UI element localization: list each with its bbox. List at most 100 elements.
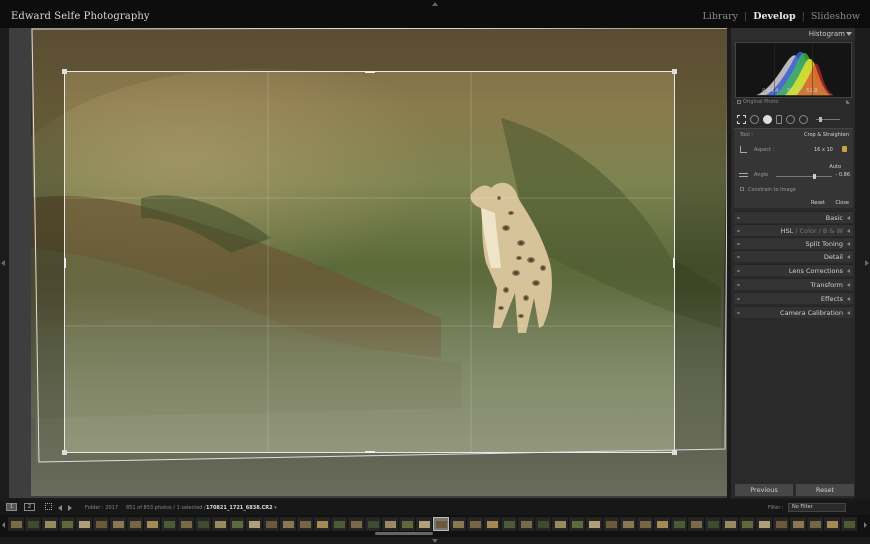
panel-switch-icon[interactable] [737,243,740,245]
filmstrip-thumbnail[interactable] [722,517,738,531]
filmstrip-scroll-thumb[interactable] [375,532,433,535]
filmstrip-thumbnail[interactable] [620,517,636,531]
straighten-tool-icon[interactable] [739,173,748,177]
filmstrip-thumbnail[interactable] [59,517,75,531]
second-window-button[interactable]: 2 [24,503,35,511]
crop-reset-button[interactable]: Reset [811,200,825,206]
filmstrip-thumbnail[interactable] [144,517,160,531]
filmstrip-thumbnail[interactable] [8,517,24,531]
original-photo-checkbox[interactable] [737,100,741,104]
filmstrip-scroll-left-icon[interactable] [2,522,5,528]
aspect-lock-icon[interactable] [842,146,847,152]
crop-handle-bottom-left[interactable] [62,450,67,455]
filmstrip-thumbnail[interactable] [773,517,789,531]
forward-arrow-icon[interactable] [68,505,72,511]
filmstrip-thumbnail[interactable] [586,517,602,531]
clipping-indicator-icon[interactable]: ◣ [846,99,850,105]
module-library[interactable]: Library [702,11,738,22]
filmstrip-thumbnail[interactable] [433,517,449,531]
filmstrip-thumbnail[interactable] [178,517,194,531]
filmstrip-thumbnail[interactable] [535,517,551,531]
histogram-header[interactable]: Histogram [731,28,855,40]
collapse-triangle-icon[interactable] [846,32,852,36]
panel-switch-icon[interactable] [737,284,740,286]
bottom-panel-toggle-icon[interactable] [432,539,438,543]
crop-handle-top-left[interactable] [62,69,67,74]
angle-slider[interactable] [776,174,832,179]
filmstrip-thumbnail[interactable] [739,517,755,531]
crop-frame[interactable] [62,69,677,455]
filmstrip-thumbnail[interactable] [42,517,58,531]
crop-tool-icon[interactable] [737,114,746,124]
section-detail[interactable]: Detail [734,250,853,262]
red-eye-icon[interactable] [763,114,772,124]
top-panel-toggle-icon[interactable] [432,2,438,6]
expand-triangle-icon[interactable] [847,255,850,259]
photo-preview-area[interactable] [9,28,727,498]
filmstrip-thumbnail[interactable] [399,517,415,531]
filmstrip-thumbnail[interactable] [127,517,143,531]
filmstrip-thumbnail[interactable] [229,517,245,531]
filmstrip-thumbnail[interactable] [552,517,568,531]
panel-switch-icon[interactable] [737,312,740,314]
filmstrip-thumbnail[interactable] [314,517,330,531]
filmstrip-thumbnail[interactable] [756,517,772,531]
selected-filename[interactable]: 170821_1721_6838.CR2 [206,505,273,511]
filmstrip-scrollbar[interactable] [0,531,870,536]
filmstrip-thumbnail[interactable] [501,517,517,531]
crop-handle-right[interactable] [673,258,675,268]
filmstrip-thumbnail[interactable] [637,517,653,531]
folder-source[interactable]: Folder : 2017 [85,505,118,511]
expand-triangle-icon[interactable] [847,229,850,233]
back-arrow-icon[interactable] [58,505,62,511]
spot-removal-icon[interactable] [750,114,759,124]
filmstrip-thumbnail[interactable] [824,517,840,531]
section-transform[interactable]: Transform [734,278,853,290]
expand-triangle-icon[interactable] [847,216,850,220]
module-slideshow[interactable]: Slideshow [811,11,860,22]
expand-triangle-icon[interactable] [847,311,850,315]
crop-handle-top[interactable] [365,71,375,73]
section-camera-calibration[interactable]: Camera Calibration [734,306,853,318]
adjustment-brush-icon[interactable] [799,114,808,124]
section-effects[interactable]: Effects [734,292,853,304]
filter-dropdown[interactable]: No Filter [788,503,846,512]
aspect-dropdown[interactable]: 16 x 10 [814,147,833,153]
filmstrip-thumbnail[interactable] [161,517,177,531]
expand-triangle-icon[interactable] [847,269,850,273]
filmstrip-thumbnail[interactable] [416,517,432,531]
filmstrip-thumbnail[interactable] [382,517,398,531]
filmstrip-thumbnail[interactable] [688,517,704,531]
filmstrip-thumbnail[interactable] [297,517,313,531]
tab-hsl[interactable]: HSL [781,227,794,235]
crop-handle-left[interactable] [64,258,66,268]
crop-frame-icon[interactable] [740,146,747,153]
panel-switch-icon[interactable] [737,270,740,272]
filmstrip-thumbnail[interactable] [195,517,211,531]
constrain-checkbox[interactable] [740,187,744,191]
filmstrip-scroll-right-icon[interactable] [864,522,867,528]
filmstrip-thumbnail[interactable] [246,517,262,531]
crop-close-button[interactable]: Close [835,200,849,206]
grid-view-icon[interactable] [45,503,52,510]
filmstrip-thumbnail[interactable] [348,517,364,531]
module-develop[interactable]: Develop [753,11,795,22]
filmstrip-thumbnail[interactable] [25,517,41,531]
left-panel-toggle-icon[interactable] [1,260,5,266]
filmstrip-thumbnail[interactable] [603,517,619,531]
section-hsl[interactable]: HSL / Color / B & W [734,224,853,236]
filmstrip-thumbnail[interactable] [365,517,381,531]
filmstrip-thumbnail[interactable] [518,517,534,531]
angle-slider-thumb[interactable] [813,174,816,179]
crop-handle-top-right[interactable] [672,69,677,74]
filmstrip-thumbnail[interactable] [654,517,670,531]
panel-switch-icon[interactable] [737,298,740,300]
radial-filter-icon[interactable] [786,114,795,124]
section-lens-corrections[interactable]: Lens Corrections [734,264,853,276]
filmstrip-thumbnail[interactable] [484,517,500,531]
filmstrip-thumbnail[interactable] [110,517,126,531]
expand-triangle-icon[interactable] [847,242,850,246]
filmstrip-thumbnail[interactable] [807,517,823,531]
filmstrip-thumbnail[interactable] [280,517,296,531]
section-split-toning[interactable]: Split Toning [734,237,853,249]
